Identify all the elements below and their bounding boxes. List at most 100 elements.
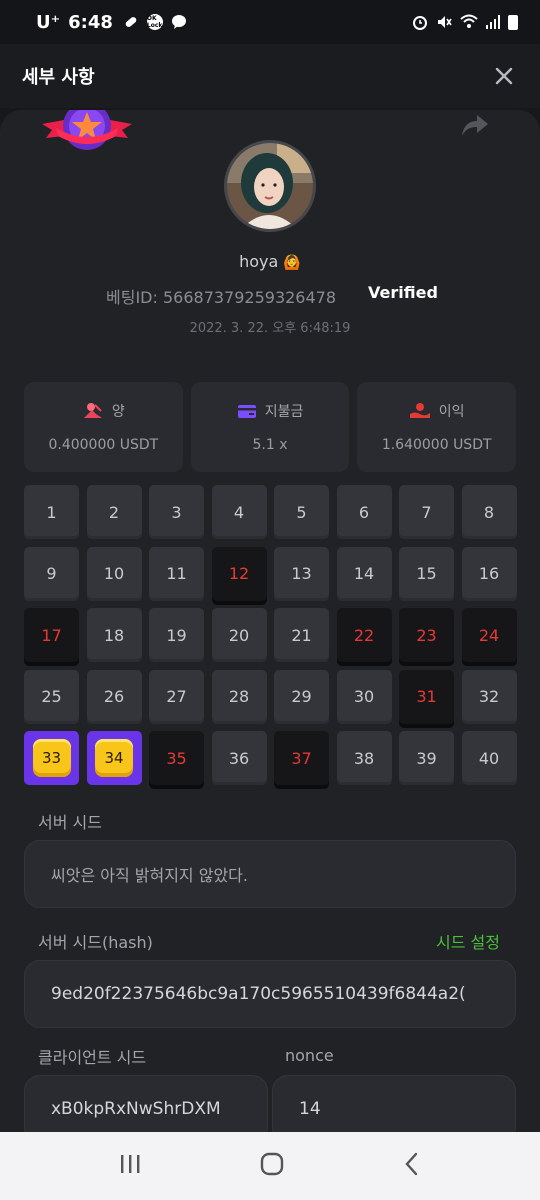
grid-cell: 29	[274, 669, 329, 724]
grid-cell: 3	[149, 485, 204, 539]
home-button[interactable]	[259, 1151, 285, 1181]
server-seed-label: 서버 시드	[38, 813, 102, 832]
client-seed-field[interactable]: xB0kpRxNwShrDXM	[24, 1075, 268, 1132]
verified-badge: Verified	[368, 283, 438, 302]
server-seed-field: 씨앗은 아직 밝혀지지 않았다.	[24, 840, 516, 908]
vip-badge-icon	[42, 110, 132, 150]
page-title: 세부 사항	[22, 67, 95, 88]
username-emoji: 🙆	[283, 255, 301, 271]
grid-cell: 28	[211, 669, 267, 724]
stat-label: 양	[111, 404, 125, 420]
status-bar: U⁺ 6:48 OK Lock	[0, 0, 540, 44]
stat-profit: 이익 1.640000 USDT	[357, 382, 517, 472]
bet-id-value: 56687379259326478	[162, 288, 337, 307]
share-arrow-icon	[462, 115, 488, 136]
grid-cell: 16	[461, 546, 517, 601]
grid-cell-hit: 37	[274, 731, 329, 785]
grid-cell-hit: 35	[149, 731, 204, 785]
grid-cell-hit: 12	[211, 546, 267, 601]
grid-cell-picked: 34	[86, 731, 142, 785]
grid-cell: 4	[211, 485, 267, 539]
ok-lock-icon: OK Lock	[146, 14, 163, 30]
stat-label: 지불금	[264, 404, 304, 420]
grid-cell: 8	[461, 485, 517, 539]
nonce-field[interactable]: 14	[272, 1075, 516, 1132]
avatar	[224, 140, 316, 232]
grid-cell: 26	[86, 669, 142, 724]
close-button[interactable]	[490, 62, 518, 90]
grid-cell: 11	[149, 546, 204, 601]
alarm-icon	[413, 16, 427, 30]
seed-settings-link[interactable]: 시드 설정	[436, 929, 500, 953]
grid-cell: 21	[274, 608, 329, 662]
header: 세부 사항	[0, 44, 540, 108]
stat-value: 0.400000 USDT	[48, 437, 159, 453]
grid-cell-picked: 33	[24, 731, 79, 785]
bet-timestamp: 2022. 3. 22. 오후 6:48:19	[189, 321, 351, 336]
gem-tile: 33	[32, 739, 71, 777]
battery-icon	[508, 14, 518, 30]
grid-cell: 20	[211, 608, 267, 662]
home-icon	[260, 1152, 284, 1176]
server-seed-hash-label: 서버 시드(hash)	[38, 933, 153, 952]
pill-icon	[125, 17, 137, 27]
mute-icon	[438, 16, 452, 28]
clock: 6:48	[68, 11, 113, 33]
bet-id-row: 베팅ID: 56687379259326478	[106, 284, 336, 308]
grid-cell: 38	[336, 731, 392, 785]
gem-tile: 34	[95, 739, 133, 777]
grid-cell: 19	[149, 608, 204, 662]
card-icon	[237, 405, 256, 418]
wifi-icon	[460, 14, 478, 28]
grid-cell: 27	[149, 669, 204, 724]
grid-cell-hit: 24	[461, 608, 517, 662]
server-seed-hash-field[interactable]: 9ed20f22375646bc9a170c5965510439f6844a2(	[24, 960, 516, 1028]
back-icon	[405, 1152, 417, 1176]
grid-cell-hit: 22	[336, 608, 392, 662]
server-seed-hash-value: 9ed20f22375646bc9a170c5965510439f6844a2(	[51, 984, 466, 1004]
grid-cell: 32	[461, 669, 517, 724]
grid-cell: 13	[274, 546, 329, 601]
profit-icon	[409, 403, 430, 418]
carrier-label: U⁺	[36, 11, 61, 33]
nonce-value: 14	[299, 1099, 321, 1119]
grid-cell: 39	[399, 731, 454, 785]
grid-cell: 14	[336, 546, 392, 601]
stats-row: 양 0.400000 USDT 지불금 5.1 x 이익 1.640000 US…	[24, 382, 517, 472]
grid-cell: 25	[24, 669, 79, 724]
number-grid: 1 2 3 4 5 6 7 8 9 10 11 12 13 14 15 16 17 18 19 20 21 22 23 24 2…	[24, 485, 517, 785]
client-seed-label: 클라이언트 시드	[38, 1048, 147, 1067]
grid-cell-hit: 17	[24, 608, 79, 662]
close-icon	[495, 67, 513, 85]
grid-cell: 18	[86, 608, 142, 662]
stat-label: 이익	[438, 404, 465, 420]
recent-apps-icon	[121, 1155, 140, 1173]
grid-cell: 6	[336, 485, 392, 539]
bet-id-label: 베팅ID:	[106, 288, 158, 307]
bet-icon	[83, 403, 102, 418]
share-button[interactable]	[460, 110, 490, 140]
grid-cell: 2	[86, 485, 142, 539]
detail-panel: hoya 🙆 베팅ID: 56687379259326478 Verified …	[0, 110, 540, 1132]
avatar-image	[227, 143, 313, 229]
signal-icon	[486, 15, 500, 29]
stat-amount: 양 0.400000 USDT	[24, 382, 183, 472]
grid-cell: 10	[86, 546, 142, 601]
recent-apps-button[interactable]	[118, 1153, 142, 1179]
chat-bubble-icon	[171, 15, 186, 29]
nonce-label: nonce	[285, 1046, 334, 1065]
username-row: hoya 🙆	[0, 252, 540, 271]
grid-cell: 9	[24, 546, 79, 601]
grid-cell: 15	[399, 546, 454, 601]
stat-value: 1.640000 USDT	[381, 437, 492, 453]
server-seed-value: 씨앗은 아직 밝혀지지 않았다.	[51, 866, 248, 885]
grid-cell: 36	[211, 731, 267, 785]
client-seed-value: xB0kpRxNwShrDXM	[51, 1099, 221, 1119]
back-button[interactable]	[402, 1152, 422, 1180]
grid-cell-hit: 23	[399, 608, 454, 662]
grid-cell: 1	[24, 485, 79, 539]
system-nav-bar	[0, 1132, 540, 1200]
grid-cell: 7	[399, 485, 454, 539]
grid-cell: 30	[336, 669, 392, 724]
username: hoya	[239, 252, 279, 271]
